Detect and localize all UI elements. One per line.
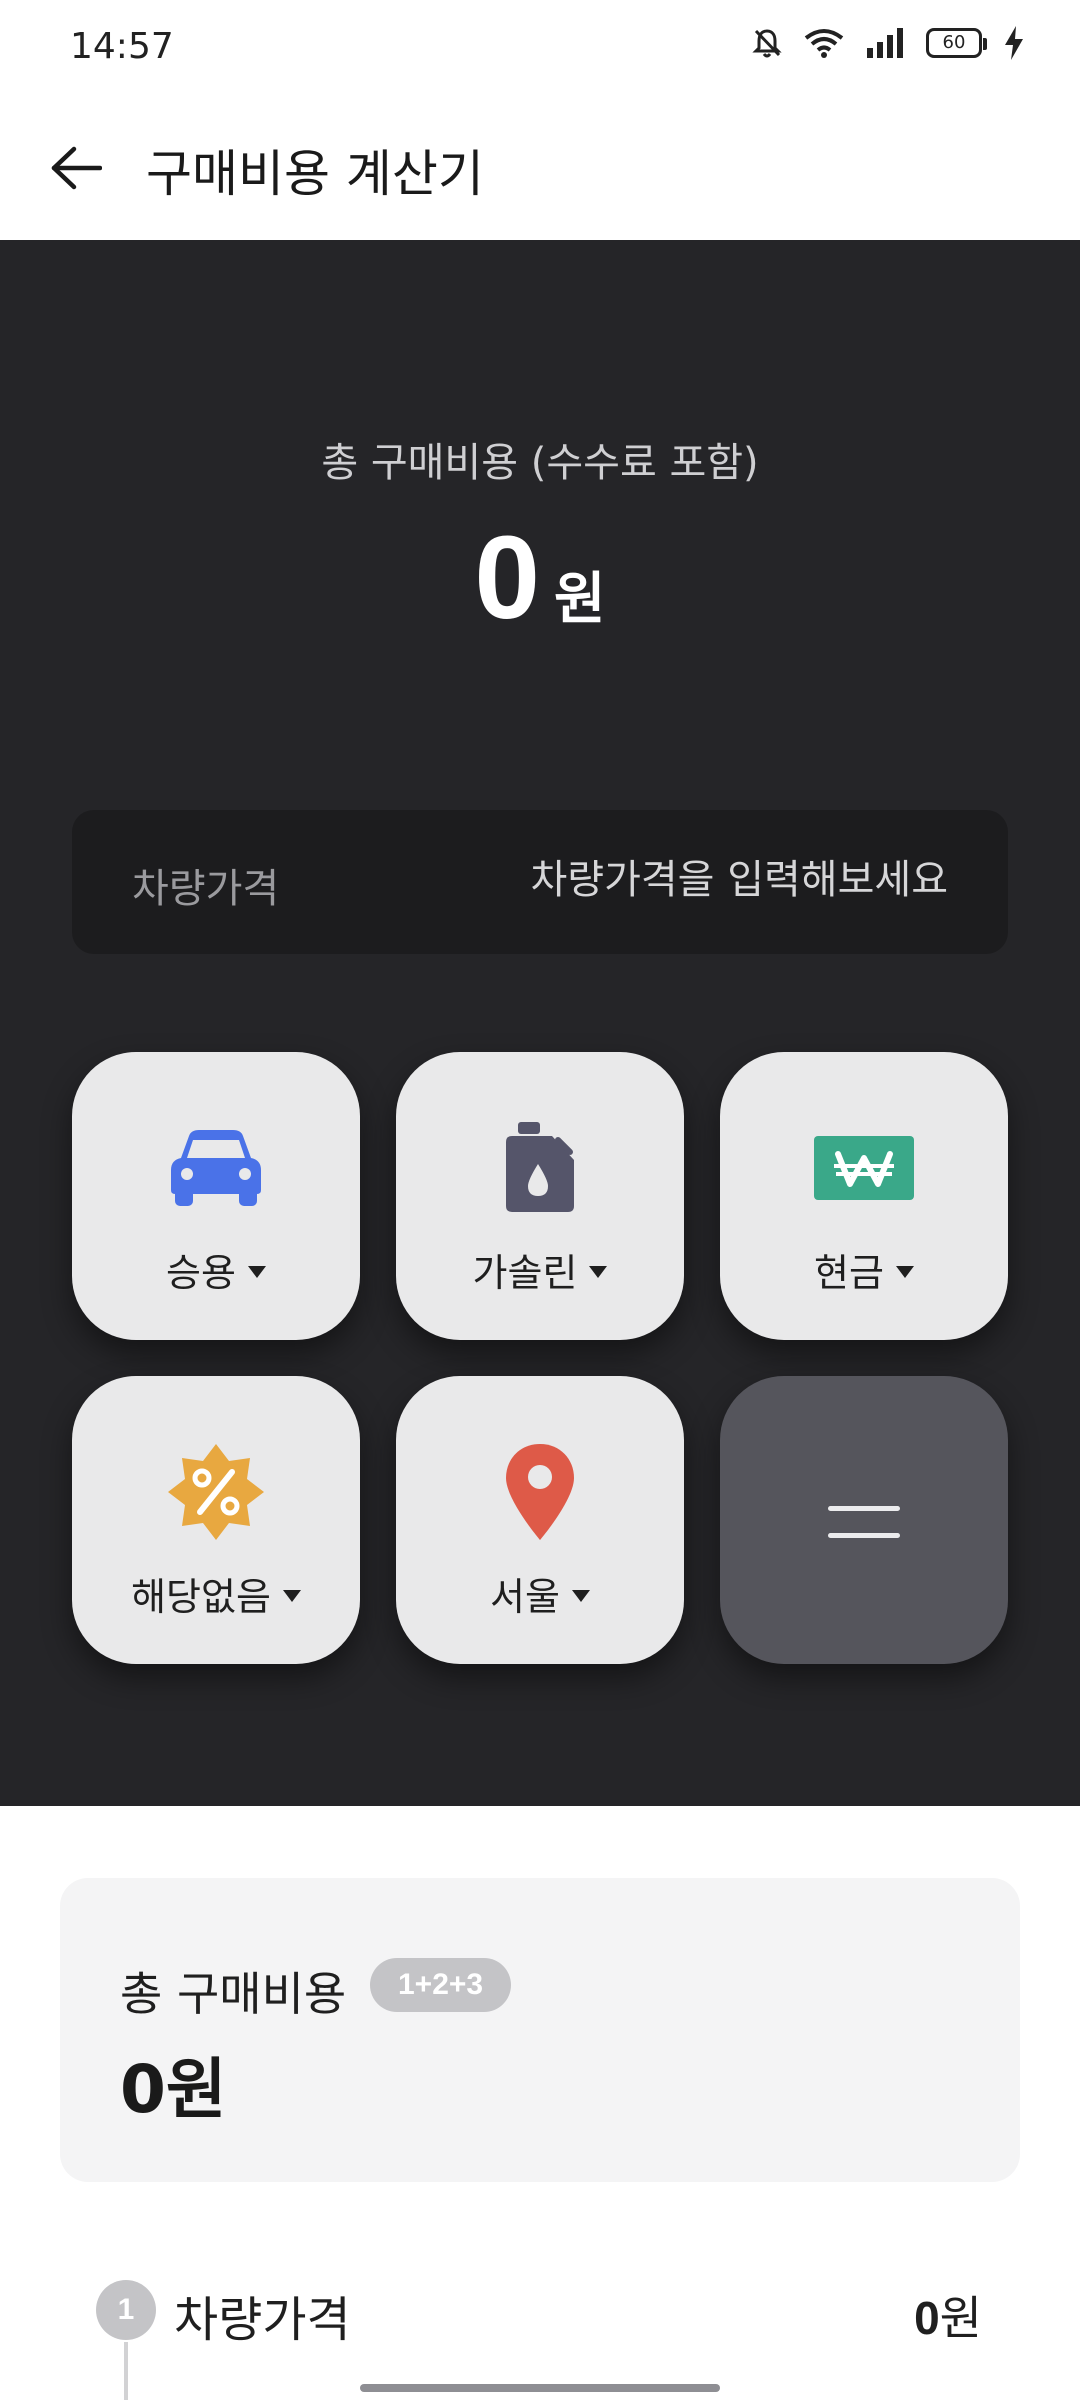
calculate-button[interactable]: [720, 1376, 1008, 1664]
back-arrow-icon: [51, 146, 102, 190]
car-icon: [171, 1130, 261, 1206]
breakdown-row-vehicle-price: 1 차량가격 0원: [0, 2270, 1080, 2350]
caret-down-icon: [571, 1589, 590, 1602]
vehicle-type-selector[interactable]: 승용: [72, 1052, 360, 1340]
vehicle-price-input[interactable]: [428, 850, 948, 910]
caret-down-icon: [589, 1265, 608, 1278]
caret-down-icon: [282, 1589, 301, 1602]
battery-icon: 60: [926, 28, 987, 58]
fuel-type-selector[interactable]: 가솔린: [396, 1052, 684, 1340]
total-cost-label: 총 구매비용 (수수료 포함): [321, 440, 759, 486]
step-number: 1: [96, 2280, 156, 2340]
mute-icon: [752, 29, 782, 58]
equals-icon: [828, 1506, 900, 1560]
discount-selector[interactable]: 해당없음: [72, 1376, 360, 1664]
back-button[interactable]: [40, 132, 112, 204]
formula-badge: 1+2+3: [370, 1958, 512, 2012]
home-indicator[interactable]: [360, 2384, 720, 2392]
region-label: 서울: [490, 1575, 560, 1619]
won-cash-icon: [814, 1136, 914, 1200]
payment-method-selector[interactable]: 현금: [720, 1052, 1008, 1340]
region-selector[interactable]: 서울: [396, 1376, 684, 1664]
fuel-can-icon: [506, 1122, 574, 1212]
payment-method-label: 현금: [814, 1251, 884, 1295]
total-cost-unit: 원: [554, 567, 606, 632]
step-value: 0원: [914, 2291, 982, 2345]
summary-title: 총 구매비용: [120, 1967, 347, 2021]
caret-down-icon: [247, 1265, 266, 1278]
summary-value: 0원: [120, 2051, 227, 2128]
fuel-type-label: 가솔린: [472, 1251, 578, 1295]
status-icons: 60: [752, 26, 1024, 60]
status-time: 14:57: [70, 26, 174, 67]
calculator-panel: 총 구매비용 (수수료 포함) 0원 차량가격 승용: [0, 240, 1080, 1806]
vehicle-price-label: 차량가격: [132, 866, 280, 912]
caret-down-icon: [895, 1265, 914, 1278]
wifi-icon: [804, 29, 844, 58]
step-label: 차량가격: [174, 2292, 351, 2348]
charging-icon: [1005, 26, 1023, 60]
discount-label: 해당없음: [131, 1575, 271, 1619]
signal-icon: [867, 28, 903, 58]
app-bar: 구매비용 계산기: [0, 96, 1080, 240]
total-cost-amount: 0원: [0, 510, 1080, 646]
timeline-line: [124, 2342, 128, 2400]
summary-card: 총 구매비용 1+2+3 0원: [60, 1878, 1020, 2182]
page-title: 구매비용 계산기: [146, 145, 484, 203]
vehicle-type-label: 승용: [166, 1251, 236, 1295]
percent-badge-icon: [168, 1444, 264, 1540]
location-pin-icon: [506, 1444, 574, 1540]
total-cost-value: 0: [474, 512, 541, 644]
status-bar: 14:57 60: [0, 0, 1080, 96]
vehicle-price-field[interactable]: 차량가격: [72, 810, 1008, 954]
